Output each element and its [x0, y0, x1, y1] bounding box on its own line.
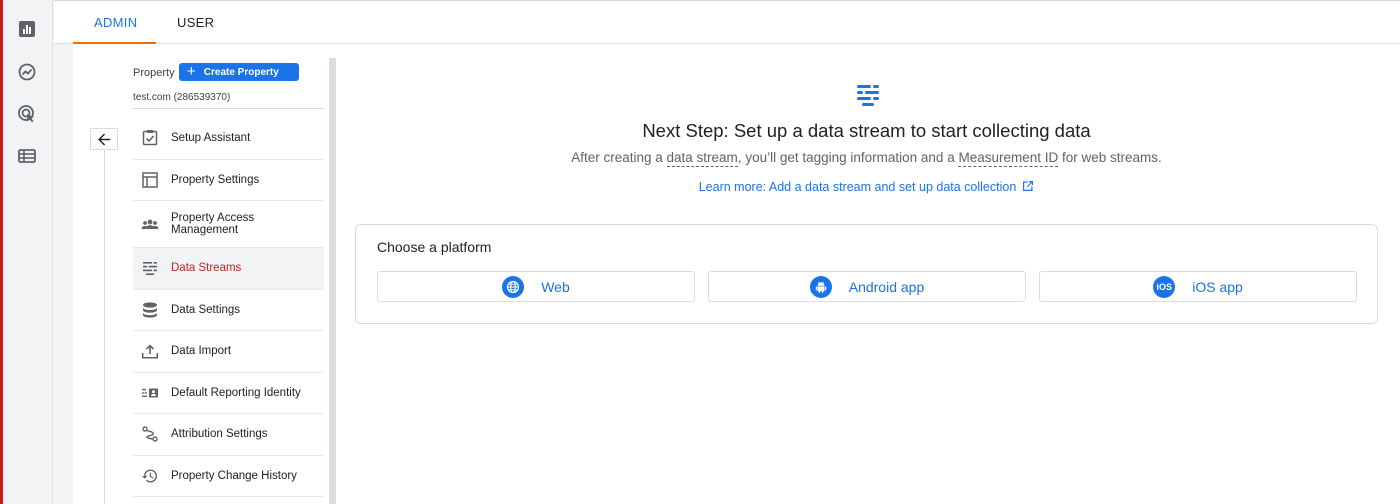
data-streams-icon: [141, 259, 159, 277]
external-link-icon: [1023, 181, 1034, 191]
menu-scrollbar[interactable]: [329, 58, 336, 504]
attribution-icon: [141, 425, 159, 443]
create-property-button[interactable]: + Create Property: [179, 63, 299, 81]
platform-label: Android app: [848, 278, 925, 295]
learn-more-label: Learn more: Add a data stream and set up…: [698, 180, 1017, 194]
menu-item-data-import[interactable]: Data Import: [133, 331, 324, 373]
advertising-icon[interactable]: [15, 102, 39, 126]
menu-item-data-settings[interactable]: Data Settings: [133, 290, 324, 331]
admin-content: Property + Create Property test.com (286…: [73, 44, 1400, 504]
explore-icon[interactable]: [15, 60, 39, 84]
checklist-icon: [141, 129, 159, 147]
tab-admin[interactable]: ADMIN: [94, 1, 137, 45]
menu-item-label: Data Streams: [171, 262, 242, 275]
subtitle-text: , you’ll get tagging information and a: [737, 150, 959, 165]
configure-icon[interactable]: [15, 144, 39, 168]
plus-icon: +: [187, 63, 196, 80]
data-streams-panel: Next Step: Set up a data stream to start…: [343, 44, 1400, 504]
create-property-label: Create Property: [203, 66, 279, 78]
globe-icon: [502, 275, 525, 298]
android-platform-button[interactable]: Android app: [708, 271, 1026, 302]
data-streams-icon: [857, 85, 879, 106]
ios-icon: iOS: [1153, 275, 1176, 298]
property-divider: [133, 108, 324, 109]
property-settings-icon: [141, 171, 159, 189]
people-icon: [141, 215, 159, 233]
menu-item-label: Data Settings: [171, 303, 241, 316]
menu-item-label: Property Change History: [171, 469, 297, 482]
menu-item-setup-assistant[interactable]: Setup Assistant: [133, 118, 324, 160]
upload-icon: [141, 342, 159, 360]
ios-icon-text: iOS: [1156, 281, 1172, 292]
measurement-id-term[interactable]: Measurement ID: [958, 150, 1059, 167]
menu-item-property-change-history[interactable]: Property Change History: [133, 456, 324, 497]
menu-item-label: Setup Assistant: [171, 132, 251, 145]
property-label: Property: [133, 67, 175, 79]
data-stream-term[interactable]: data stream: [666, 150, 738, 167]
history-icon: [141, 467, 159, 485]
ios-platform-button[interactable]: iOS iOS app: [1039, 271, 1357, 302]
property-selector[interactable]: test.com (286539370): [133, 92, 230, 103]
learn-more-link[interactable]: Learn more: Add a data stream and set up…: [343, 180, 1390, 194]
menu-item-label: Data Import: [171, 345, 232, 358]
menu-item-default-reporting-identity[interactable]: Default Reporting Identity: [133, 373, 324, 414]
menu-item-label: Default Reporting Identity: [171, 386, 301, 399]
reporting-identity-icon: [141, 384, 159, 402]
database-icon: [141, 301, 159, 319]
back-button[interactable]: [90, 128, 118, 150]
platform-label: Web: [541, 278, 570, 295]
menu-connector-line: [104, 150, 105, 504]
menu-item-property-settings[interactable]: Property Settings: [133, 160, 324, 201]
subtitle-text: for web streams.: [1058, 150, 1162, 165]
menu-item-property-access-management[interactable]: Property Access Management: [133, 201, 324, 248]
menu-item-label: Property Access Management: [171, 212, 255, 236]
arrow-left-icon: [97, 133, 110, 145]
reports-icon[interactable]: [15, 17, 39, 41]
page-subtitle: After creating a data stream, you’ll get…: [343, 150, 1390, 167]
tab-user[interactable]: USER: [177, 1, 214, 45]
menu-item-attribution-settings[interactable]: Attribution Settings: [133, 414, 324, 456]
platform-label: iOS app: [1192, 278, 1243, 295]
menu-item-data-streams[interactable]: Data Streams: [133, 248, 324, 290]
property-column: Property + Create Property test.com (286…: [73, 58, 338, 504]
admin-tabs-bar: ADMIN USER: [54, 0, 1400, 45]
subtitle-text: After creating a: [571, 150, 667, 165]
page-title: Next Step: Set up a data stream to start…: [642, 120, 1091, 141]
menu-item-label: Property Settings: [171, 173, 260, 186]
web-platform-button[interactable]: Web: [377, 271, 695, 302]
choose-platform-card: Choose a platform Web Android app iOS iO…: [355, 224, 1378, 324]
card-title: Choose a platform: [377, 239, 492, 255]
menu-item-label: Attribution Settings: [171, 428, 268, 441]
left-nav-rail: [3, 0, 53, 504]
property-menu: Setup Assistant Property Settings Proper…: [133, 118, 324, 497]
android-icon: [809, 275, 832, 298]
